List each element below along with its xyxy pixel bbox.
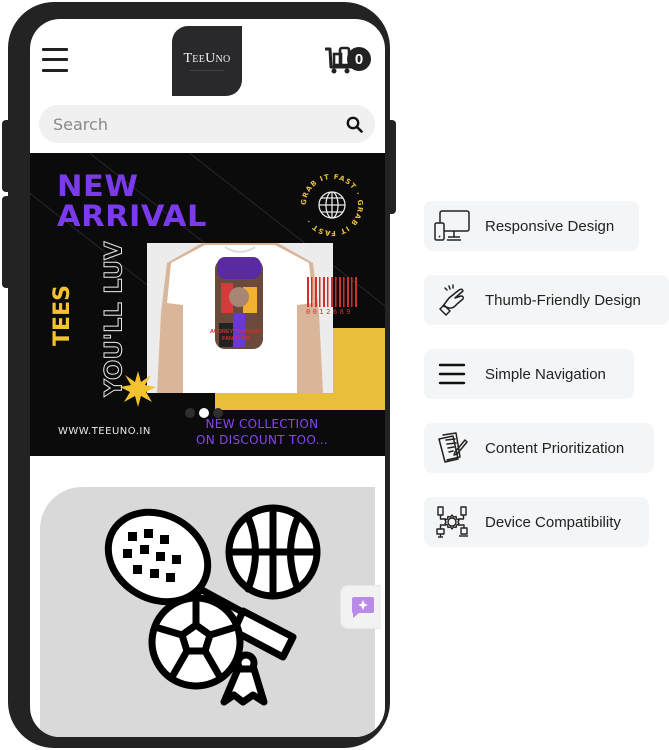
- ai-chat-button[interactable]: [340, 585, 381, 629]
- menu-icon-bar: [42, 58, 68, 61]
- shirt-caption-line-2: FAN CLUB: [222, 336, 250, 342]
- search-bar: [39, 105, 375, 143]
- responsive-devices-icon: [434, 208, 470, 244]
- tshirt-illustration: [147, 243, 333, 393]
- website-url: WWW.TEEUNO.IN: [58, 426, 151, 437]
- promo-line-1: NEW COLLECTION: [205, 417, 319, 431]
- search-icon[interactable]: [346, 116, 363, 133]
- barcode-graphic: [307, 277, 357, 307]
- tshirt-product-image: [147, 243, 333, 393]
- document-edit-icon: [434, 430, 470, 466]
- banner-headline: NEW ARRIVAL: [57, 171, 207, 231]
- feature-simple-navigation: Simple Navigation: [424, 349, 634, 399]
- feature-label: Responsive Design: [485, 217, 615, 235]
- feature-content-prioritization: Content Prioritization: [424, 423, 654, 473]
- phone-screen: TeeUno 0 Search NEW ARRIVAL GRAB IT FAST…: [30, 19, 385, 737]
- hero-banner[interactable]: NEW ARRIVAL GRAB IT FAST · GRAB IT FAST …: [30, 153, 385, 456]
- shirt-caption-line-1: AUDREY HEPBURN: [210, 329, 262, 335]
- shirt-print-caption: AUDREY HEPBURN FAN CLUB: [210, 329, 262, 343]
- hand-tap-icon: [434, 282, 470, 318]
- barcode-number: 0012689: [306, 308, 354, 316]
- grab-it-fast-badge: GRAB IT FAST · GRAB IT FAST ·: [300, 173, 363, 237]
- sports-category-card[interactable]: [40, 487, 375, 737]
- menu-icon: [434, 356, 470, 392]
- headline-line-2: ARRIVAL: [57, 199, 207, 233]
- vertical-tagline: TEES YOU'LL LUV: [49, 235, 128, 415]
- menu-button[interactable]: [42, 48, 68, 72]
- sports-equipment-icon: [104, 504, 321, 706]
- menu-icon-bar: [42, 69, 68, 72]
- phone-frame: TeeUno 0 Search NEW ARRIVAL GRAB IT FAST…: [8, 2, 390, 748]
- star-burst-icon: [120, 371, 156, 407]
- menu-icon-bar: [42, 48, 68, 51]
- feature-label: Simple Navigation: [485, 365, 606, 383]
- feature-label: Content Prioritization: [485, 439, 625, 457]
- carousel-dot-1[interactable]: [185, 408, 195, 418]
- vertical-tees-text: TEES: [49, 285, 75, 346]
- brand-logo[interactable]: TeeUno: [172, 26, 242, 96]
- logo-subline: [190, 70, 224, 71]
- cart-count-badge: 0: [347, 47, 371, 71]
- feature-thumb-friendly-design: Thumb-Friendly Design: [424, 275, 669, 325]
- feature-label: Thumb-Friendly Design: [485, 291, 641, 309]
- device-network-icon: [434, 504, 470, 540]
- cart-button[interactable]: 0: [325, 45, 377, 75]
- headline-line-1: NEW: [57, 169, 139, 203]
- feature-label: Device Compatibility: [485, 513, 621, 531]
- feature-responsive-design: Responsive Design: [424, 201, 639, 251]
- search-input[interactable]: [53, 105, 333, 143]
- feature-device-compatibility: Device Compatibility: [424, 497, 649, 547]
- ai-chat-icon: [352, 597, 374, 618]
- globe-icon: [318, 191, 346, 219]
- promo-line-2: ON DISCOUNT TOO...: [196, 433, 328, 447]
- logo-text: TeeUno: [183, 51, 231, 66]
- promo-text: NEW COLLECTION ON DISCOUNT TOO...: [196, 416, 328, 448]
